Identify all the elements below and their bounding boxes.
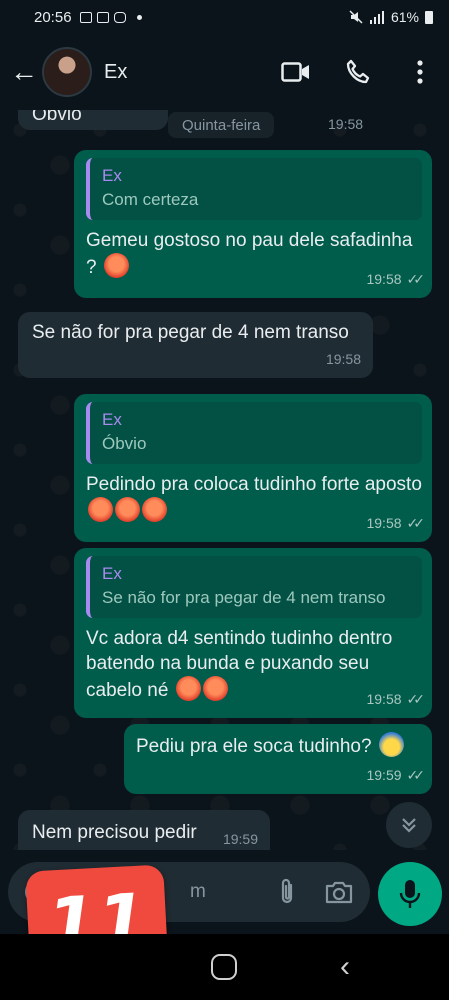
message-meta: 19:58 ✓✓ [366,511,426,536]
quote-author: Ex [102,564,122,583]
paperclip-icon[interactable] [278,877,296,907]
hot-face-emoji-icon [88,497,113,522]
message-notification-icon [96,11,109,23]
chat-header: ← Ex [0,34,449,110]
message-bubble-outgoing[interactable]: Ex Óbvio Pedindo pra coloca tudinho fort… [74,394,432,542]
message-meta: 19:59 [223,827,258,850]
battery-icon [425,10,433,24]
battery-percent: 61% [390,9,419,25]
message-input-placeholder: m [190,881,206,902]
video-call-icon[interactable] [281,57,311,87]
double-chevron-down-icon[interactable] [386,802,432,848]
hot-face-emoji-icon [175,676,201,701]
message-text: Pediu pra ele soca tudinho? [136,736,372,757]
double-check-icon: ✓✓ [406,271,426,287]
quote-author: Ex [102,166,122,185]
microphone-icon[interactable] [378,862,442,926]
signal-icon [369,11,384,24]
date-label: Quinta-feira [182,116,261,134]
message-text: Óbvio [32,110,82,125]
message-bubble-outgoing[interactable]: Pediu pra ele soca tudinho? 19:59 ✓✓ [124,724,432,794]
status-notification-icons [79,11,142,23]
avatar[interactable] [42,47,92,97]
gallery-notification-icon [79,11,92,23]
message-time: 19:58 [366,515,402,531]
status-system-icons: 61% [349,9,433,25]
contact-name[interactable]: Ex [104,61,127,84]
mute-icon [349,10,363,24]
quote-text: Óbvio [102,434,147,453]
home-icon[interactable] [211,954,237,980]
hot-face-emoji-icon [202,676,228,701]
arrow-left-icon[interactable]: ← [8,56,40,88]
message-meta: 19:59 ✓✓ [366,763,426,788]
message-bubble-incoming[interactable]: Nem precisou pedir 19:59 [18,810,270,850]
message-text: Nem precisou pedir [32,822,197,843]
message-bubble-outgoing[interactable]: Ex Com certeza Gemeu gostoso no pau dele… [74,150,432,298]
message-time: 19:58 [325,351,361,367]
camera-icon[interactable] [324,879,354,905]
message-time: 19:59 [366,767,402,783]
message-meta: 19:58 [326,347,361,372]
message-text: Se não for pra pegar de 4 nem transo [32,322,349,343]
input-actions [278,877,354,907]
phone-icon[interactable] [343,57,373,87]
double-check-icon: ✓✓ [406,691,426,707]
header-actions [281,57,435,87]
status-bar: 20:56 61% [0,0,449,34]
quoted-reply[interactable]: Ex Óbvio [86,402,422,464]
instagram-notification-icon [113,11,126,23]
message-text: Vc adora d4 sentindo tudinho dentro bate… [86,628,393,701]
hot-face-emoji-icon [142,497,167,522]
message-text: Gemeu gostoso no pau dele safadinha ? [86,230,413,278]
quote-author: Ex [102,410,122,429]
message-bubble-incoming[interactable]: Óbvio [18,110,168,130]
hot-face-emoji-icon [115,497,140,522]
date-chip-time: 19:58 [328,116,364,132]
message-time: 19:59 [222,831,258,847]
message-time: 19:58 [366,691,402,707]
double-check-icon: ✓✓ [406,515,426,531]
quoted-reply[interactable]: Ex Com certeza [86,158,422,220]
date-chip: Quinta-feira [168,112,275,138]
message-meta: 19:58 ✓✓ [366,267,426,292]
message-list[interactable]: Óbvio Quinta-feira 19:58 Ex Com certeza … [0,110,449,850]
nav-back-icon[interactable]: ‹ [340,950,350,984]
message-bubble-outgoing[interactable]: Ex Se não for pra pegar de 4 nem transo … [74,548,432,718]
quote-text: Com certeza [102,190,199,209]
message-bubble-incoming[interactable]: Se não for pra pegar de 4 nem transo 19:… [18,312,373,378]
message-text: Pedindo pra coloca tudinho forte aposto [86,474,422,495]
more-vertical-icon[interactable] [405,57,435,87]
quote-text: Se não for pra pegar de 4 nem transo [102,588,386,607]
double-check-icon: ✓✓ [406,767,426,783]
screaming-face-emoji-icon [378,732,404,757]
message-meta: 19:58 ✓✓ [366,687,426,712]
quoted-reply[interactable]: Ex Se não for pra pegar de 4 nem transo [86,556,422,618]
hot-face-emoji-icon [103,253,129,278]
more-notifications-icon [136,14,142,20]
message-time: 19:58 [366,271,402,287]
status-time: 20:56 [34,8,72,26]
system-nav-bar: ‹ [0,934,449,1000]
